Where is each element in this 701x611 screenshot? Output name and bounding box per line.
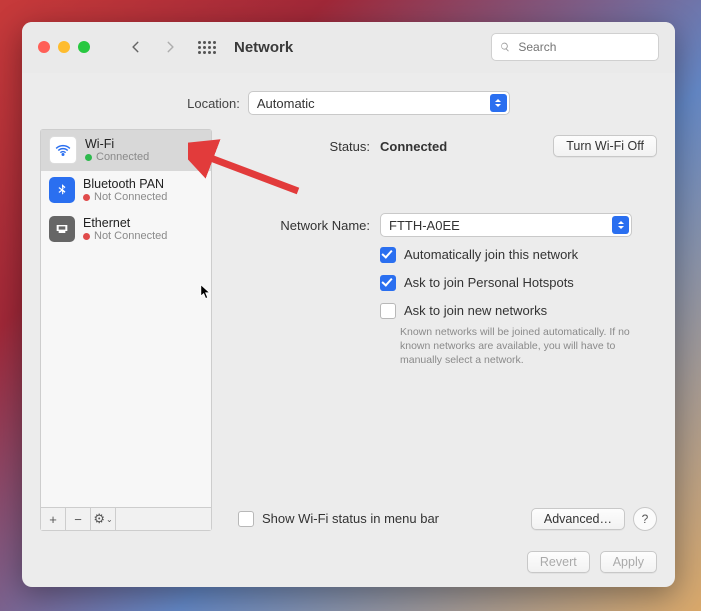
chevron-updown-icon [612,216,629,234]
sidebar-item-ethernet[interactable]: Ethernet Not Connected [41,210,211,249]
show-all-button[interactable] [194,34,220,60]
ask-hotspot-label: Ask to join Personal Hotspots [404,275,574,290]
search-input[interactable] [516,39,650,55]
network-window: Network Location: Automatic [22,22,675,587]
ask-new-networks-help: Known networks will be joined automatica… [400,325,640,368]
show-menubar-checkbox[interactable] [238,511,254,527]
connection-sidebar: Wi-Fi Connected Bluetooth PAN Not Connec… [40,129,212,531]
remove-connection-button[interactable]: − [66,508,91,530]
connection-actions-button[interactable]: ⚙︎⌄ [91,508,116,530]
connection-detail: Status: Connected Turn Wi-Fi Off Network… [230,129,657,531]
status-dot-icon [83,233,90,240]
status-label: Status: [230,139,370,154]
status-value: Connected [380,139,447,154]
sidebar-footer-spacer [116,508,211,530]
status-dot-icon [85,154,92,161]
show-menubar-label: Show Wi-Fi status in menu bar [262,511,439,526]
ethernet-icon [49,216,75,242]
turn-wifi-off-button[interactable]: Turn Wi-Fi Off [553,135,657,157]
window-footer: Revert Apply [22,541,675,587]
ask-new-networks-checkbox[interactable] [380,303,396,319]
location-select[interactable]: Automatic [248,91,510,115]
zoom-window-button[interactable] [78,41,90,53]
sidebar-item-wifi[interactable]: Wi-Fi Connected [41,130,211,171]
wifi-icon [49,136,77,164]
apply-button[interactable]: Apply [600,551,657,573]
search-field[interactable] [491,33,659,61]
chevron-down-icon: ⌄ [106,515,113,524]
network-name-label: Network Name: [230,218,370,233]
location-value: Automatic [257,96,315,111]
bluetooth-icon [49,177,75,203]
add-connection-button[interactable]: + [41,508,66,530]
sidebar-footer: + − ⚙︎⌄ [41,507,211,530]
gear-icon: ⚙︎ [93,511,105,527]
help-button[interactable]: ? [633,507,657,531]
window-controls [38,41,90,53]
advanced-button[interactable]: Advanced… [531,508,625,530]
forward-button[interactable] [156,34,184,60]
back-button[interactable] [122,34,150,60]
connection-list: Wi-Fi Connected Bluetooth PAN Not Connec… [41,130,211,507]
auto-join-checkbox[interactable] [380,247,396,263]
status-dot-icon [83,194,90,201]
toolbar: Network [22,22,675,73]
network-name-select[interactable]: FTTH-A0EE [380,213,632,237]
conn-name: Bluetooth PAN [83,177,167,191]
sidebar-item-bluetooth-pan[interactable]: Bluetooth PAN Not Connected [41,171,211,210]
chevron-updown-icon [490,94,507,112]
minimize-window-button[interactable] [58,41,70,53]
ask-hotspot-checkbox[interactable] [380,275,396,291]
conn-name: Ethernet [83,216,167,230]
close-window-button[interactable] [38,41,50,53]
network-name-value: FTTH-A0EE [389,218,460,233]
window-title: Network [234,39,293,56]
ask-new-networks-label: Ask to join new networks [404,303,547,318]
conn-name: Wi-Fi [85,137,149,151]
auto-join-label: Automatically join this network [404,247,578,262]
search-icon [500,41,510,53]
location-label: Location: [187,96,240,111]
revert-button[interactable]: Revert [527,551,590,573]
cursor-icon [200,283,213,301]
